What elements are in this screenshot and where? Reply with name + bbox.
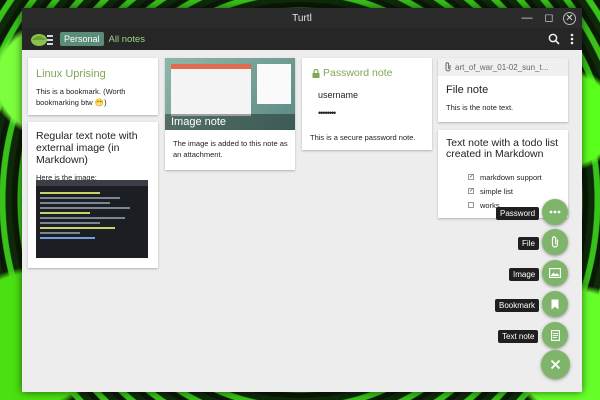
fab-label-bookmark[interactable]: Bookmark [495,299,540,312]
password-field[interactable]: •••••••• [318,108,336,118]
notes-grid: Linux Uprising This is a bookmark. (Wort… [22,50,582,392]
note-header: Password note [312,67,392,79]
fab-label-image[interactable]: Image [509,268,540,281]
checkbox-unchecked-icon[interactable] [468,202,474,208]
space-chip[interactable]: Personal [60,32,104,46]
fab-password-button[interactable] [542,199,568,225]
fab-file-button[interactable] [542,229,568,255]
note-card-password[interactable]: Password note username •••••••• This is … [302,58,432,150]
username-field[interactable]: username [318,90,358,100]
note-title: Password note [323,67,393,79]
checkbox-checked-icon[interactable]: ✓ [468,188,474,194]
title-bar: Turtl — ◻ ✕ [22,8,582,28]
terminal-screenshot-image [36,180,148,258]
note-title: Regular text note with external image (i… [36,130,138,166]
file-attachment-bar[interactable]: art_of_war_01-02_sun_t... [438,58,568,76]
turtl-logo-icon[interactable] [28,30,54,48]
checkbox-checked-icon[interactable]: ✓ [468,174,474,180]
more-menu-icon[interactable] [570,33,574,45]
bookmark-icon [551,299,559,309]
note-title: Linux Uprising [36,68,106,80]
fab-close-button[interactable] [541,350,570,379]
maximize-icon[interactable]: ◻ [541,10,557,26]
note-body: The image is added to this note as an at… [173,139,288,159]
breadcrumb[interactable]: All notes [109,34,145,45]
note-title: Text note with a todo list created in Ma… [446,137,559,160]
fab-label-file[interactable]: File [518,237,539,250]
app-window: Turtl — ◻ ✕ Personal All notes Linux Upr… [22,8,582,392]
paperclip-icon [445,62,451,72]
note-body: This is a secure password note. [310,133,416,142]
app-header: Personal All notes [22,28,582,50]
note-body: This is the note text. [446,103,514,112]
todo-label: simple list [480,186,513,196]
search-icon[interactable] [548,33,560,45]
fab-text-note-button[interactable] [542,322,568,348]
fab-bookmark-button[interactable] [542,291,568,317]
lock-icon [312,68,320,78]
todo-label: markdown support [480,172,542,182]
window-title: Turtl [292,12,312,24]
fab-label-text-note[interactable]: Text note [498,330,539,343]
note-card-regular[interactable]: Regular text note with external image (i… [28,122,158,268]
fab-label-password[interactable]: Password [496,207,540,220]
image-overlay-title: Image note [171,116,227,128]
dots-icon [549,210,561,214]
close-icon[interactable]: ✕ [563,11,576,25]
close-icon [550,359,561,370]
todo-list: ✓ markdown support ✓ simple list works [468,170,542,212]
paperclip-icon [551,236,559,248]
note-card-file[interactable]: art_of_war_01-02_sun_t... File note This… [438,58,568,122]
note-card-image[interactable]: Image note The image is added to this no… [165,58,295,170]
image-icon [549,268,561,278]
fab-image-button[interactable] [542,260,568,286]
note-title: File note [446,84,489,96]
todo-item[interactable]: ✓ simple list [468,184,542,198]
file-name: art_of_war_01-02_sun_t... [455,62,549,72]
window-controls: — ◻ ✕ [519,8,576,28]
note-card-bookmark[interactable]: Linux Uprising This is a bookmark. (Wort… [28,58,158,115]
todo-item[interactable]: ✓ markdown support [468,170,542,184]
note-body: This is a bookmark. (Worth bookmarking b… [36,87,126,107]
minimize-icon[interactable]: — [519,10,535,26]
document-icon [550,329,560,341]
